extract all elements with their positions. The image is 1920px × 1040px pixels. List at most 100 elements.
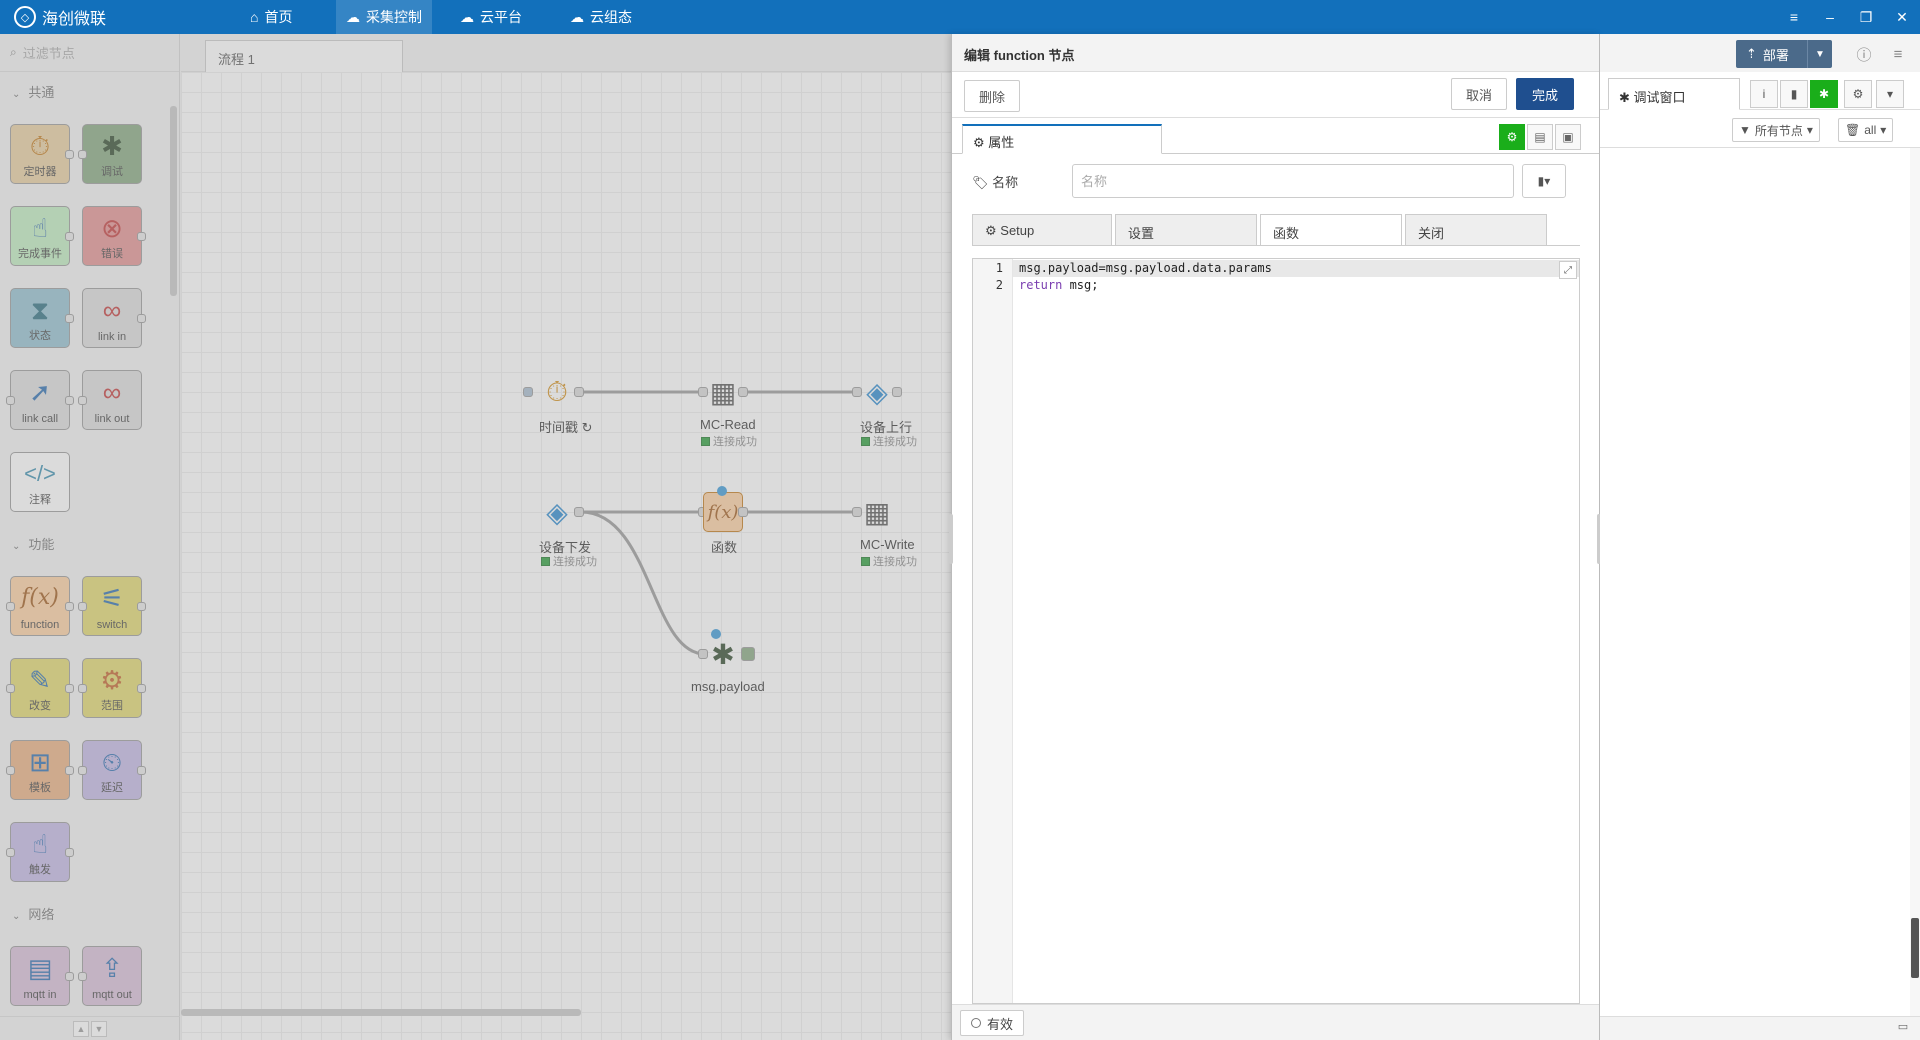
output-port[interactable] xyxy=(65,766,74,775)
input-port[interactable] xyxy=(78,972,87,981)
inject-button[interactable] xyxy=(523,387,533,397)
nav-cloud-platform[interactable]: ☁ 云平台 xyxy=(450,0,532,34)
chevron-down-icon[interactable]: ▼ xyxy=(1808,49,1832,60)
gear-icon[interactable]: ⚙ xyxy=(1844,80,1872,108)
palette-node-delay[interactable]: ⏲ 延迟 xyxy=(78,740,146,800)
tab-debug-window[interactable]: ✱ 调试窗口 xyxy=(1608,78,1740,110)
input-port[interactable] xyxy=(78,684,87,693)
done-button[interactable]: 完成 xyxy=(1516,78,1574,110)
code-line[interactable]: msg.payload=msg.payload.data.params xyxy=(1019,261,1272,275)
palette-node-link-in[interactable]: ∞ link in xyxy=(82,288,146,348)
output-port[interactable] xyxy=(137,602,146,611)
enabled-toggle[interactable]: 有效 xyxy=(960,1010,1025,1036)
device-down-icon[interactable]: ◈ xyxy=(537,492,577,532)
palette-node-change[interactable]: ✎ 改变 xyxy=(6,658,74,718)
input-port[interactable] xyxy=(78,602,87,611)
description-icon[interactable]: ▤ xyxy=(1527,124,1553,150)
device-up-icon[interactable]: ◈ xyxy=(857,372,897,412)
output-port[interactable] xyxy=(65,848,74,857)
expand-editor-icon[interactable]: ⤢ xyxy=(1559,261,1577,279)
delete-button[interactable]: 删除 xyxy=(964,80,1020,112)
code-editor[interactable]: 1 2 msg.payload=msg.payload.data.params … xyxy=(972,258,1580,1004)
deploy-button[interactable]: ⇡ 部署 ▼ xyxy=(1736,40,1832,68)
function-icon[interactable]: f(x) xyxy=(703,492,743,532)
monitor-icon[interactable]: ▭ xyxy=(1894,1020,1912,1036)
palette-node-link-call[interactable]: ➚ link call xyxy=(6,370,74,430)
input-port[interactable] xyxy=(6,602,15,611)
palette-node-function[interactable]: f(x) function xyxy=(6,576,74,636)
palette-node-comment[interactable]: </> 注释 xyxy=(10,452,70,512)
output-port[interactable] xyxy=(137,314,146,323)
collapse-up-icon[interactable]: ▲ xyxy=(73,1020,89,1037)
debug-toggle-button[interactable] xyxy=(741,647,755,661)
palette-node-range[interactable]: ⚙ 范围 xyxy=(78,658,146,718)
bug-icon[interactable]: ✱ xyxy=(703,634,743,674)
palette-node-template[interactable]: ⊞ 模板 xyxy=(6,740,74,800)
canvas-horizontal-scrollbar[interactable] xyxy=(181,1009,581,1016)
debug-scrollbar[interactable] xyxy=(1910,148,1920,1040)
tab-properties[interactable]: ⚙ 属性 xyxy=(962,124,1162,154)
settings-gear-icon[interactable]: ⚙ xyxy=(1499,124,1525,150)
palette-node-timer[interactable]: ⏱ 定时器 xyxy=(10,124,74,184)
output-port[interactable] xyxy=(65,396,74,405)
output-port[interactable] xyxy=(574,387,584,397)
palette-node-debug[interactable]: ✱ 调试 xyxy=(78,124,142,184)
tab-flow-1[interactable]: 流程 1 xyxy=(205,40,403,72)
palette-node-complete[interactable]: ☝ 完成事件 xyxy=(10,206,74,266)
collapse-down-icon[interactable]: ▼ xyxy=(91,1020,107,1037)
plc-icon[interactable]: ▦ xyxy=(857,492,897,532)
nav-cloud-config[interactable]: ☁ 云组态 xyxy=(560,0,642,34)
close-icon[interactable]: ✕ xyxy=(1882,0,1920,34)
input-port[interactable] xyxy=(78,766,87,775)
tray-resize-handle[interactable] xyxy=(949,514,953,564)
subtab-settings[interactable]: 设置 xyxy=(1115,214,1257,246)
output-port[interactable] xyxy=(65,684,74,693)
palette-category-common[interactable]: ⌄ 共通 xyxy=(12,82,54,101)
output-port[interactable] xyxy=(137,766,146,775)
palette-filter[interactable]: ⌕ 过滤节点 xyxy=(0,34,179,72)
menu-icon[interactable]: ≡ xyxy=(1774,0,1814,34)
wire[interactable] xyxy=(580,510,706,656)
info-icon[interactable]: i xyxy=(1750,80,1778,108)
node-filter-select[interactable]: ▼ 所有节点 ▾ xyxy=(1732,118,1820,142)
input-port[interactable] xyxy=(6,848,15,857)
plc-icon[interactable]: ▦ xyxy=(703,372,743,412)
input-port[interactable] xyxy=(78,150,87,159)
book-icon[interactable]: ▮ xyxy=(1780,80,1808,108)
palette-node-link-out[interactable]: ∞ link out xyxy=(78,370,142,430)
palette-category-network[interactable]: ⌄ 网络 xyxy=(12,904,54,923)
palette-node-status[interactable]: ⧗ 状态 xyxy=(10,288,74,348)
input-port[interactable] xyxy=(6,396,15,405)
book-dropdown-icon[interactable]: ▮▾ xyxy=(1522,164,1566,198)
palette-category-function[interactable]: ⌄ 功能 xyxy=(12,534,54,553)
cancel-button[interactable]: 取消 xyxy=(1451,78,1507,110)
subtab-close[interactable]: 关闭 xyxy=(1405,214,1547,246)
menu-icon[interactable]: ≡ xyxy=(1884,40,1912,68)
palette-node-mqtt-in[interactable]: ▤ mqtt in xyxy=(10,946,74,1006)
output-port[interactable] xyxy=(137,232,146,241)
palette-node-switch[interactable]: ⚟ switch xyxy=(78,576,146,636)
minimize-icon[interactable]: – xyxy=(1810,0,1850,34)
output-port[interactable] xyxy=(738,507,748,517)
help-icon[interactable]: ⓘ xyxy=(1850,40,1878,68)
nav-collect-control[interactable]: ☁ 采集控制 xyxy=(336,0,432,34)
name-input[interactable] xyxy=(1072,164,1514,198)
input-port[interactable] xyxy=(6,766,15,775)
chevron-down-icon[interactable]: ▾ xyxy=(1876,80,1904,108)
output-port[interactable] xyxy=(137,684,146,693)
palette-scrollbar[interactable] xyxy=(170,106,177,296)
scrollbar-thumb[interactable] xyxy=(1911,918,1919,978)
output-port[interactable] xyxy=(574,507,584,517)
output-port[interactable] xyxy=(65,150,74,159)
output-port[interactable] xyxy=(738,387,748,397)
subtab-function[interactable]: 函数 xyxy=(1260,214,1402,246)
nav-home[interactable]: ⌂ 首页 xyxy=(240,0,302,34)
output-port[interactable] xyxy=(892,387,902,397)
appearance-icon[interactable]: ▣ xyxy=(1555,124,1581,150)
output-port[interactable] xyxy=(65,602,74,611)
flow-canvas[interactable]: ⏱ 时间戳 ↻ ▦ MC-Read 连接成功 ◈ 设备上行 连接成功 ◈ 设备下… xyxy=(181,72,951,1040)
stopwatch-icon[interactable]: ⏱ xyxy=(537,372,577,412)
code-line[interactable]: return msg; xyxy=(1019,278,1098,292)
input-port[interactable] xyxy=(6,684,15,693)
restore-icon[interactable]: ❐ xyxy=(1846,0,1886,34)
